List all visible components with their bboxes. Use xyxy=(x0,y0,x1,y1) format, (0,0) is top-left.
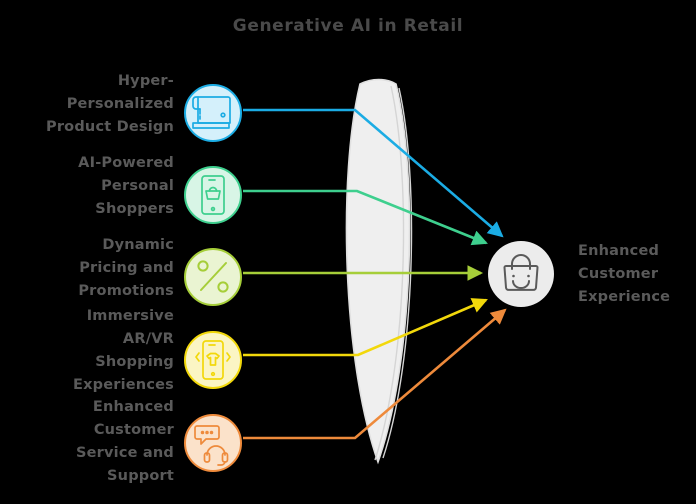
icon-circle-4[interactable] xyxy=(184,331,242,389)
icon-circle-2[interactable] xyxy=(184,166,242,224)
icon-circle-1[interactable] xyxy=(184,84,242,142)
item-label-4: Immersive AR/VR Shopping Experiences xyxy=(72,308,174,393)
item-label-3: Dynamic Pricing and Promotions xyxy=(78,237,174,299)
item-label-2: AI-Powered Personal Shoppers xyxy=(78,155,174,217)
icon-circle-3[interactable] xyxy=(184,248,242,306)
center-outcome-label: Enhanced Customer Experience xyxy=(578,243,671,305)
center-outcome-node[interactable] xyxy=(488,241,554,307)
icon-circle-5[interactable] xyxy=(184,414,242,472)
infographic-canvas: Generative AI in Retail Hyper- Personali… xyxy=(0,0,696,504)
item-label-1: Hyper- Personalized Product Design xyxy=(46,73,174,135)
funnel-lens-shape xyxy=(345,78,413,465)
item-label-5: Enhanced Customer Service and Support xyxy=(75,399,174,484)
